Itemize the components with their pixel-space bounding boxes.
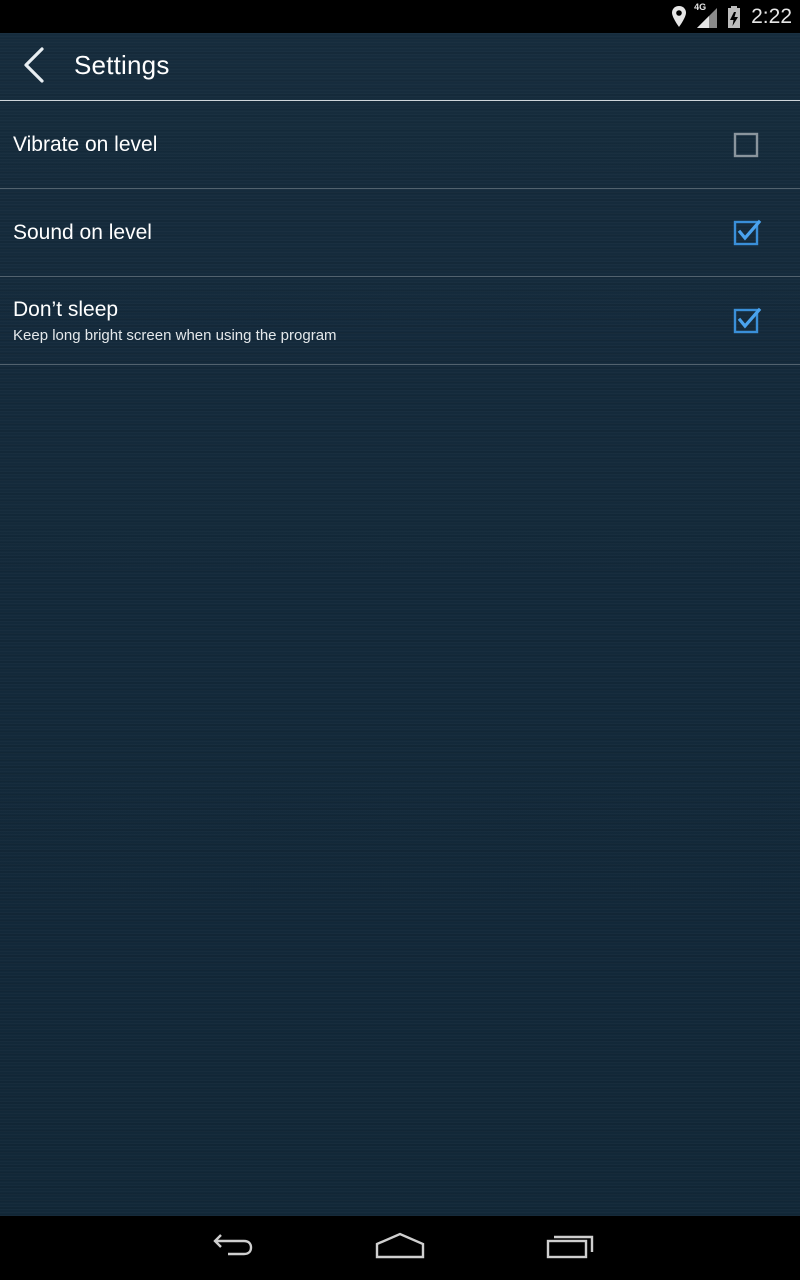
nav-back-button[interactable] xyxy=(195,1228,265,1268)
pref-title: Don’t sleep xyxy=(13,297,119,321)
status-time: 2:22 xyxy=(751,4,792,28)
pref-sound-on-level[interactable]: Sound on level xyxy=(0,189,800,277)
navigation-bar xyxy=(0,1216,800,1280)
pref-summary: Keep long bright screen when using the p… xyxy=(13,326,337,344)
back-button[interactable] xyxy=(12,45,56,89)
nav-recents-button[interactable] xyxy=(536,1228,606,1268)
chevron-left-icon xyxy=(21,46,47,89)
sound-checkbox[interactable] xyxy=(732,219,762,249)
back-icon xyxy=(206,1232,254,1265)
status-bar: 4G 2:22 xyxy=(0,0,800,33)
vibrate-checkbox[interactable] xyxy=(732,131,762,161)
app-screen: 4G 2:22 Settings Vibrate on level Sound … xyxy=(0,0,800,1280)
network-type-label: 4G xyxy=(694,1,707,12)
settings-content: Settings Vibrate on level Sound on level xyxy=(0,33,800,1216)
recents-icon xyxy=(546,1231,596,1266)
pref-title: Sound on level xyxy=(13,220,152,244)
location-icon xyxy=(671,5,687,29)
home-icon xyxy=(374,1231,426,1266)
pref-title: Vibrate on level xyxy=(13,132,158,156)
signal-icon: 4G xyxy=(694,1,719,29)
pref-dont-sleep[interactable]: Don’t sleep Keep long bright screen when… xyxy=(0,277,800,365)
battery-icon xyxy=(727,5,741,29)
page-title: Settings xyxy=(74,50,170,80)
pref-text: Vibrate on level xyxy=(13,101,157,188)
status-icons: 4G 2:22 xyxy=(671,0,792,33)
dont-sleep-checkbox[interactable] xyxy=(732,307,762,337)
pref-text: Don’t sleep Keep long bright screen when… xyxy=(13,277,337,364)
preference-list: Vibrate on level Sound on level Don’t sl… xyxy=(0,101,800,365)
action-bar: Settings xyxy=(0,33,800,101)
nav-home-button[interactable] xyxy=(365,1228,435,1268)
pref-text: Sound on level xyxy=(13,189,152,276)
pref-vibrate-on-level[interactable]: Vibrate on level xyxy=(0,101,800,189)
